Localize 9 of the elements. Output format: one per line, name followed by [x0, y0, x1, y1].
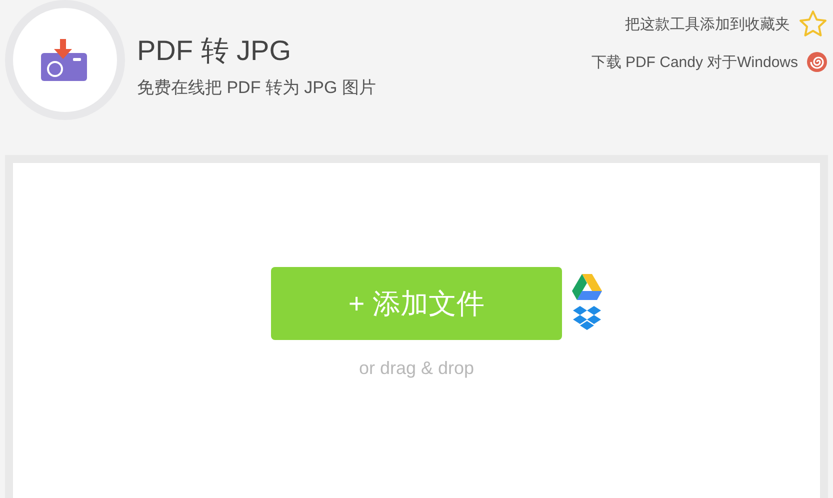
page-title: PDF 转 JPG [137, 34, 292, 68]
page-subtitle: 免费在线把 PDF 转为 JPG 图片 [137, 77, 376, 99]
header-link[interactable]: 把这款工具添加到收藏夹 [625, 14, 790, 34]
drag-drop-hint: or drag & drop [358, 358, 474, 379]
header-link[interactable]: 下载 PDF Candy 对于Windows [591, 52, 798, 72]
drive-icon[interactable] [572, 274, 602, 300]
spiral-icon[interactable] [806, 51, 828, 73]
star-icon[interactable] [798, 9, 828, 39]
camera-download-icon [41, 39, 89, 81]
